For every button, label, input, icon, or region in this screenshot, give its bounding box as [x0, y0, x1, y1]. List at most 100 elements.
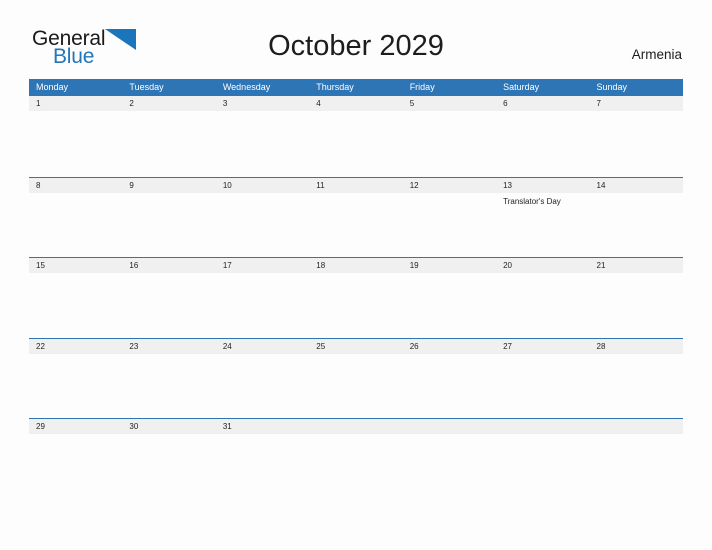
day-number[interactable]: 29 [29, 419, 122, 434]
day-cell[interactable] [29, 434, 122, 437]
day-number[interactable]: 9 [122, 178, 215, 193]
page-title: October 2029 [268, 30, 444, 62]
day-number[interactable]: 3 [216, 96, 309, 111]
day-number-band: 8 9 10 11 12 13 14 [29, 177, 683, 193]
calendar-page: General Blue October 2029 Armenia Monday… [0, 0, 712, 550]
day-number[interactable]: 23 [122, 339, 215, 354]
day-number-band: 1234567 [29, 96, 683, 111]
day-number[interactable]: 30 [122, 419, 215, 434]
day-cell[interactable] [590, 434, 683, 437]
day-number[interactable] [403, 419, 496, 434]
day-number[interactable]: 22 [29, 339, 122, 354]
day-number[interactable]: 25 [309, 339, 402, 354]
day-cell[interactable] [403, 354, 496, 357]
day-cell[interactable] [122, 434, 215, 437]
day-number-band: 15 16 17 18 19 20 21 [29, 258, 683, 274]
day-cell[interactable] [122, 354, 215, 357]
day-number[interactable]: 2 [122, 96, 215, 111]
day-number[interactable]: 24 [216, 339, 309, 354]
day-number[interactable]: 10 [216, 178, 309, 193]
weekday-header-cell: Wednesday [222, 82, 271, 92]
day-number[interactable]: 1 [29, 96, 122, 111]
calendar-weeks: 1 2 3 4 5 6 7 8 9 10 11 12 13 14 Translator's Day 15 16 1… [29, 96, 683, 499]
day-cell[interactable] [29, 354, 122, 357]
day-number[interactable]: 14 [590, 178, 683, 193]
day-events-band [29, 111, 683, 114]
day-cell[interactable] [216, 111, 309, 114]
day-events-band [29, 434, 683, 437]
day-cell[interactable] [29, 273, 122, 276]
day-cell[interactable] [29, 111, 122, 114]
day-number[interactable]: 21 [590, 258, 683, 273]
weekday-header-row: Monday Tuesday Wednesday Thursday Friday Satu… [29, 79, 683, 96]
day-cell[interactable] [216, 434, 309, 437]
day-events-band [29, 273, 683, 276]
day-number[interactable] [590, 419, 683, 434]
day-number-band: 29 30 31 [29, 419, 683, 435]
day-cell[interactable] [403, 434, 496, 437]
day-cell[interactable] [590, 273, 683, 276]
day-cell[interactable] [216, 354, 309, 357]
day-number[interactable] [309, 419, 402, 434]
holiday-label: Translator's Day [503, 196, 561, 206]
day-cell[interactable]: Translator's Day [496, 193, 589, 207]
day-events-band: Translator's Day [29, 193, 683, 207]
day-number[interactable]: 13 [496, 178, 589, 193]
day-cell[interactable] [122, 111, 215, 114]
weekday-header-cell: Saturday [503, 82, 540, 92]
day-cell[interactable] [309, 193, 402, 207]
day-number[interactable]: 20 [496, 258, 589, 273]
day-number[interactable]: 6 [496, 96, 589, 111]
day-cell[interactable] [496, 273, 589, 276]
day-cell[interactable] [216, 193, 309, 207]
weekday-header-cell: Friday [409, 82, 435, 92]
calendar-week-row: 15 16 17 18 19 20 21 [29, 257, 683, 338]
day-cell[interactable] [122, 273, 215, 276]
calendar-grid: Monday Tuesday Wednesday Thursday Friday Satu… [29, 79, 683, 499]
day-cell[interactable] [309, 434, 402, 437]
calendar-week-row: 22 23 24 25 26 27 28 [29, 337, 683, 419]
calendar-week-row: 29 30 31 [29, 418, 683, 499]
day-cell[interactable] [590, 111, 683, 114]
weekday-header-cell: Thursday [316, 82, 354, 92]
country-label: Armenia [631, 47, 682, 62]
page-header: General Blue October 2029 Armenia [0, 0, 712, 76]
day-number[interactable]: 5 [403, 96, 496, 111]
day-number[interactable]: 19 [403, 258, 496, 273]
day-number[interactable]: 7 [590, 96, 683, 111]
day-number[interactable]: 17 [216, 258, 309, 273]
weekday-header-cell: Monday [36, 82, 69, 92]
day-cell[interactable] [122, 193, 215, 207]
day-cell[interactable] [403, 273, 496, 276]
day-number[interactable]: 11 [309, 178, 402, 193]
day-number[interactable]: 27 [496, 339, 589, 354]
day-number[interactable]: 18 [309, 258, 402, 273]
day-cell[interactable] [309, 111, 402, 114]
day-number[interactable]: 28 [590, 339, 683, 354]
day-cell[interactable] [496, 354, 589, 357]
day-number[interactable] [496, 419, 589, 434]
day-cell[interactable] [590, 193, 683, 207]
day-cell[interactable] [403, 111, 496, 114]
weekday-header-cell: Tuesday [129, 82, 164, 92]
day-cell[interactable] [590, 354, 683, 357]
day-cell[interactable] [403, 193, 496, 207]
day-number-band: 22 23 24 25 26 27 28 [29, 338, 683, 354]
day-cell[interactable] [496, 111, 589, 114]
day-cell[interactable] [309, 354, 402, 357]
day-cell[interactable] [29, 193, 122, 207]
day-cell[interactable] [496, 434, 589, 437]
day-number[interactable]: 16 [122, 258, 215, 273]
day-number[interactable]: 26 [403, 339, 496, 354]
day-cell[interactable] [309, 273, 402, 276]
day-events-band [29, 354, 683, 357]
day-cell[interactable] [216, 273, 309, 276]
day-number[interactable]: 15 [29, 258, 122, 273]
day-number[interactable]: 8 [29, 178, 122, 193]
calendar-week-row: 8 9 10 11 12 13 14 Translator's Day [29, 176, 683, 258]
weekday-header-cell: Sunday [596, 82, 628, 92]
day-number[interactable]: 12 [403, 178, 496, 193]
day-number[interactable]: 31 [216, 419, 309, 434]
calendar-week-row: 1234567 [29, 96, 683, 177]
day-number[interactable]: 4 [309, 96, 402, 111]
